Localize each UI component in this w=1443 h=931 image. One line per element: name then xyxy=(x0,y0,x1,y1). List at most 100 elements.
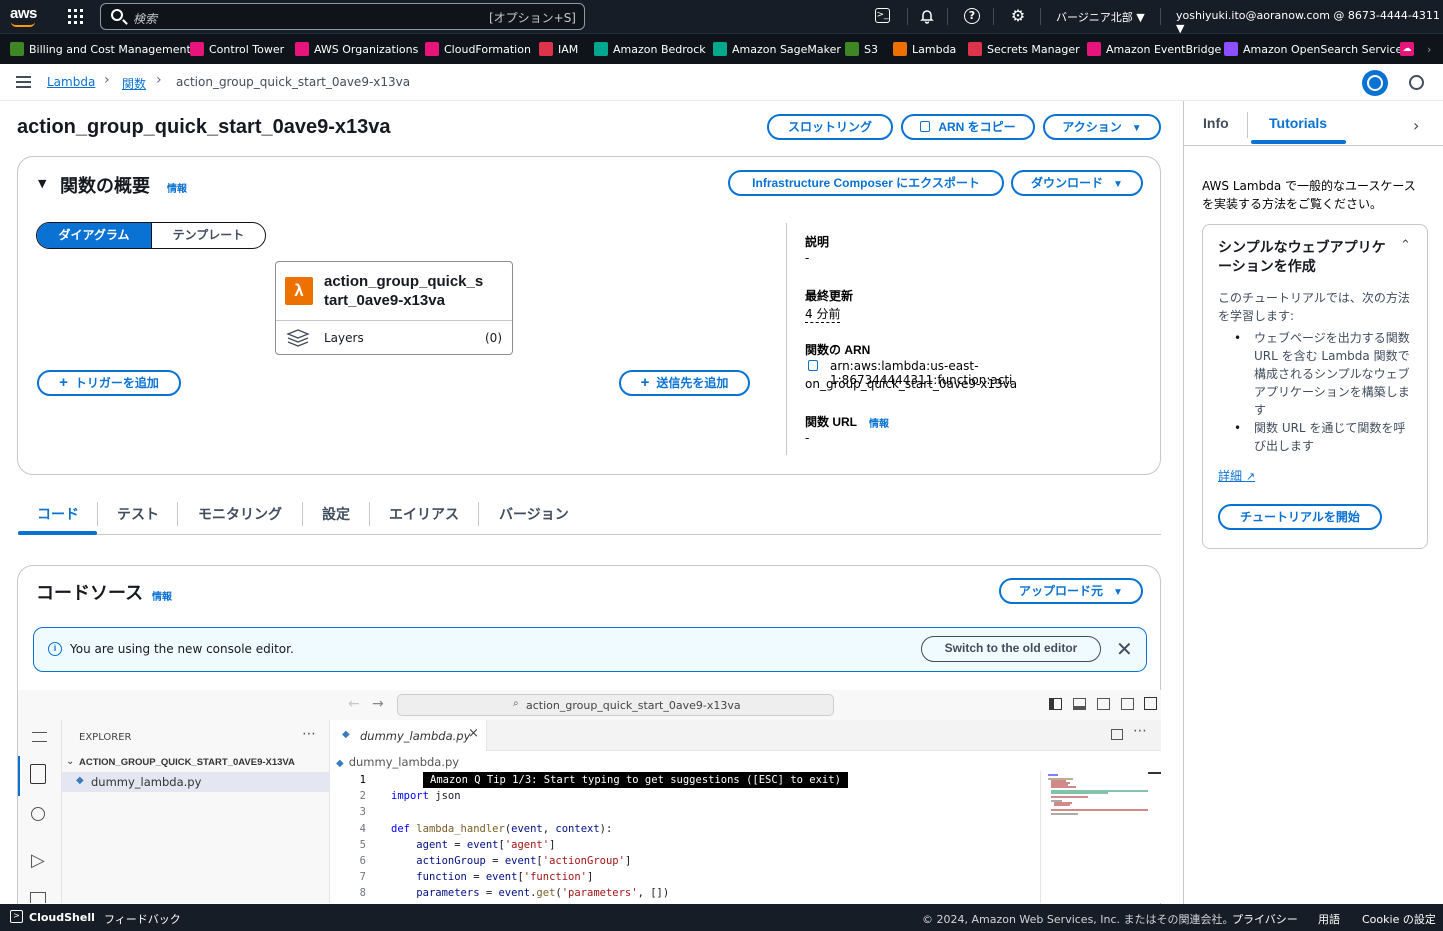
editor-tab[interactable]: ◆ dummy_lambda.py × xyxy=(330,720,487,751)
overview-info-link[interactable]: 情報 xyxy=(167,180,187,195)
back-arrow-icon[interactable]: ← xyxy=(348,696,360,712)
breadcrumb-functions[interactable]: 関数 xyxy=(122,75,146,92)
favorite-item[interactable]: Amazon EventBridge xyxy=(1087,42,1221,56)
tab-0[interactable]: コード xyxy=(37,504,79,524)
service-icon xyxy=(10,42,24,56)
collapse-caret-icon[interactable]: ▼ xyxy=(38,177,46,190)
more-favorites-icon[interactable]: ☁ › xyxy=(1400,42,1431,56)
service-icon xyxy=(968,42,982,56)
toggle-diagram[interactable]: ダイアグラム xyxy=(37,223,151,248)
function-overview-panel: ▼ 関数の概要 情報 Infrastructure Composer にエクスポ… xyxy=(17,156,1161,475)
tab-info[interactable]: Info xyxy=(1203,115,1229,131)
close-tab-icon[interactable]: × xyxy=(468,726,479,741)
add-destination-label: 送信先を追加 xyxy=(656,376,729,390)
cloudshell-icon[interactable]: > xyxy=(10,910,23,923)
chevron-down-icon[interactable]: ⌄ xyxy=(66,756,74,767)
feedback-icon[interactable] xyxy=(1409,75,1424,90)
tab-tutorials[interactable]: Tutorials xyxy=(1269,115,1327,131)
tab-4[interactable]: エイリアス xyxy=(389,504,459,524)
terms-link[interactable]: 用語 xyxy=(1318,911,1340,927)
favorite-item[interactable]: CloudFormation xyxy=(425,42,531,56)
split-editor-icon[interactable] xyxy=(1111,729,1123,740)
forward-arrow-icon[interactable]: → xyxy=(372,696,384,712)
toggle-template[interactable]: テンプレート xyxy=(151,223,265,248)
line-number: 5 xyxy=(359,838,366,851)
folder-name[interactable]: ACTION_GROUP_QUICK_START_0AVE9-X13VA xyxy=(79,757,295,768)
favorite-item[interactable]: Lambda xyxy=(893,42,956,56)
favorite-item[interactable]: Control Tower xyxy=(190,42,284,56)
favorite-label: Amazon EventBridge xyxy=(1106,42,1222,56)
region-selector[interactable]: バージニア北部 ▼ xyxy=(1056,9,1145,25)
add-destination-button[interactable]: + 送信先を追加 xyxy=(619,370,750,396)
maximize-icon[interactable] xyxy=(1144,697,1157,710)
tab-5[interactable]: バージョン xyxy=(499,504,569,524)
toggle-sidebar-icon[interactable] xyxy=(1049,698,1062,710)
copy-icon[interactable] xyxy=(808,360,818,371)
tab-3[interactable]: 設定 xyxy=(322,504,350,524)
favorite-item[interactable]: Amazon OpenSearch Service xyxy=(1224,42,1402,56)
favorite-item[interactable]: Billing and Cost Management xyxy=(10,42,191,56)
favorite-item[interactable]: Amazon Bedrock xyxy=(594,42,706,56)
code-source-info-link[interactable]: 情報 xyxy=(152,588,172,603)
command-center-search[interactable]: ⌕ action_group_quick_start_0ave9-x13va xyxy=(397,694,834,716)
breadcrumb-lambda[interactable]: Lambda xyxy=(47,75,95,89)
service-icon xyxy=(845,42,859,56)
explorer-files-icon[interactable] xyxy=(30,764,46,784)
favorite-item[interactable]: Amazon SageMaker xyxy=(713,42,841,56)
last-modified-value[interactable]: 4 分前 xyxy=(805,305,841,323)
run-debug-icon[interactable]: ▷ xyxy=(31,850,45,871)
details-link[interactable]: 詳細 ↗ xyxy=(1218,467,1255,484)
favorite-item[interactable]: IAM xyxy=(539,42,578,56)
settings-gear-icon[interactable]: ⚙ xyxy=(1010,8,1026,24)
line-number: 1 xyxy=(359,774,366,786)
toggle-secondary-sidebar-icon[interactable] xyxy=(1097,698,1110,710)
toggle-panel-icon[interactable] xyxy=(1073,698,1086,710)
extensions-icon[interactable] xyxy=(30,892,46,903)
tutorial-bullet: ウェブページを出力する関数 URL を含む Lambda 関数で構成されるシンプ… xyxy=(1254,331,1410,417)
menu-icon[interactable] xyxy=(32,732,47,742)
start-tutorial-button[interactable]: チュートリアルを開始 xyxy=(1218,504,1382,530)
favorite-item[interactable]: AWS Organizations xyxy=(295,42,418,56)
more-actions-icon[interactable]: ⋯ xyxy=(1133,723,1147,739)
search-icon[interactable] xyxy=(31,807,45,821)
copy-icon xyxy=(920,121,931,132)
privacy-link[interactable]: プライバシー xyxy=(1232,911,1298,927)
minimap[interactable] xyxy=(1048,774,1148,834)
info-panel-icon[interactable] xyxy=(1362,70,1388,96)
customize-layout-icon[interactable] xyxy=(1121,698,1134,710)
throttle-button[interactable]: スロットリング xyxy=(767,114,893,140)
menu-hamburger-icon[interactable] xyxy=(16,76,31,88)
search-input[interactable]: 検索 [オプション+S] xyxy=(100,3,585,30)
file-item[interactable]: ◆ dummy_lambda.py xyxy=(62,772,330,792)
cloudshell-link[interactable]: CloudShell xyxy=(29,911,95,924)
help-icon[interactable]: ? xyxy=(964,8,980,24)
download-dropdown[interactable]: ダウンロード ▼ xyxy=(1011,170,1143,196)
favorite-label: Billing and Cost Management xyxy=(29,42,191,56)
actions-dropdown[interactable]: アクション ▼ xyxy=(1043,114,1161,140)
function-url-info-link[interactable]: 情報 xyxy=(869,415,889,430)
switch-old-editor-button[interactable]: Switch to the old editor xyxy=(921,636,1101,662)
account-menu[interactable]: yoshiyuki.ito@aoranow.com @ 8673-4444-43… xyxy=(1176,9,1443,35)
add-trigger-button[interactable]: + トリガーを追加 xyxy=(37,370,181,396)
cloudshell-icon[interactable]: >_ xyxy=(875,8,890,23)
feedback-link[interactable]: フィードバック xyxy=(104,911,181,927)
tab-1[interactable]: テスト xyxy=(117,504,159,524)
tab-2[interactable]: モニタリング xyxy=(198,504,282,524)
aws-logo[interactable]: aws xyxy=(10,5,37,27)
services-menu-icon[interactable] xyxy=(68,9,83,24)
chevron-right-icon[interactable]: › xyxy=(1413,116,1419,135)
close-icon[interactable]: ✕ xyxy=(1116,637,1133,661)
cookie-settings-link[interactable]: Cookie の設定 xyxy=(1362,911,1436,927)
chevron-up-icon[interactable]: ⌃ xyxy=(1400,238,1411,253)
favorite-label: Secrets Manager xyxy=(987,42,1080,56)
upload-from-dropdown[interactable]: アップロード元 ▼ xyxy=(999,578,1143,604)
function-node[interactable]: λ action_group_quick_s tart_0ave9-x13va L… xyxy=(275,261,513,355)
caret-down-icon: ▼ xyxy=(1131,123,1142,134)
python-file-icon: ◆ xyxy=(76,775,84,786)
export-composer-button[interactable]: Infrastructure Composer にエクスポート xyxy=(728,170,1004,196)
favorite-item[interactable]: Secrets Manager xyxy=(968,42,1080,56)
favorite-item[interactable]: S3 xyxy=(845,42,878,56)
more-actions-icon[interactable]: ⋯ xyxy=(302,726,316,742)
notification-bell-icon[interactable] xyxy=(919,8,935,24)
copy-arn-button[interactable]: ARN をコピー xyxy=(901,114,1035,140)
